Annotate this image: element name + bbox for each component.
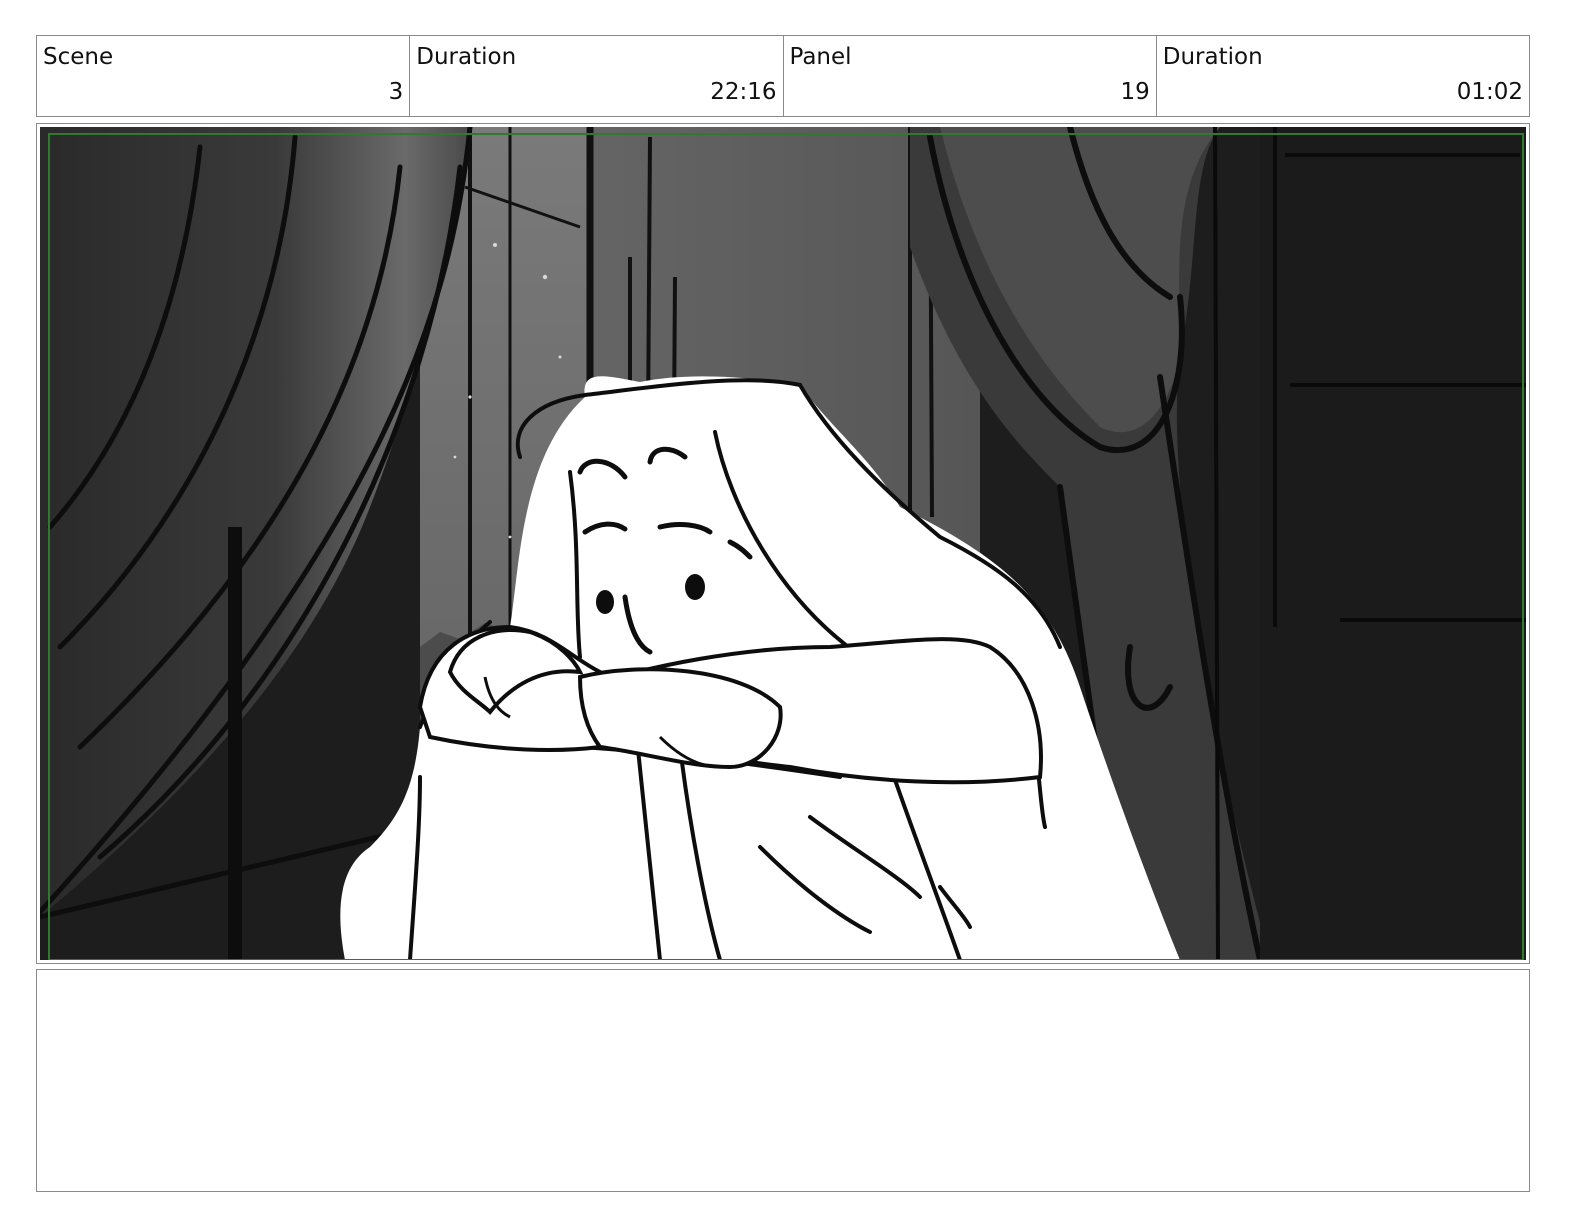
scene-label: Scene (43, 44, 114, 70)
scene-duration-cell: Duration 22:16 (410, 36, 784, 116)
panel-number: 19 (1120, 79, 1150, 105)
panel-duration-cell: Duration 01:02 (1157, 36, 1529, 116)
storyboard-header: Scene 3 Duration 22:16 Panel 19 Duration… (36, 35, 1530, 117)
storyboard-panel (36, 123, 1530, 964)
panel-cell: Panel 19 (784, 36, 1157, 116)
scene-duration-label: Duration (416, 44, 517, 70)
ghost-eye-left (596, 590, 614, 614)
panel-drawing (40, 127, 1526, 960)
scene-number: 3 (388, 79, 404, 105)
right-wall (1260, 127, 1526, 960)
scene-cell: Scene 3 (37, 36, 411, 116)
panel-duration-label: Duration (1162, 44, 1263, 70)
panel-duration-value: 01:02 (1456, 79, 1523, 105)
panel-notes[interactable] (36, 969, 1530, 1192)
scene-duration-value: 22:16 (710, 79, 777, 105)
panel-label: Panel (789, 44, 852, 70)
ghost-eye-right (685, 574, 705, 600)
